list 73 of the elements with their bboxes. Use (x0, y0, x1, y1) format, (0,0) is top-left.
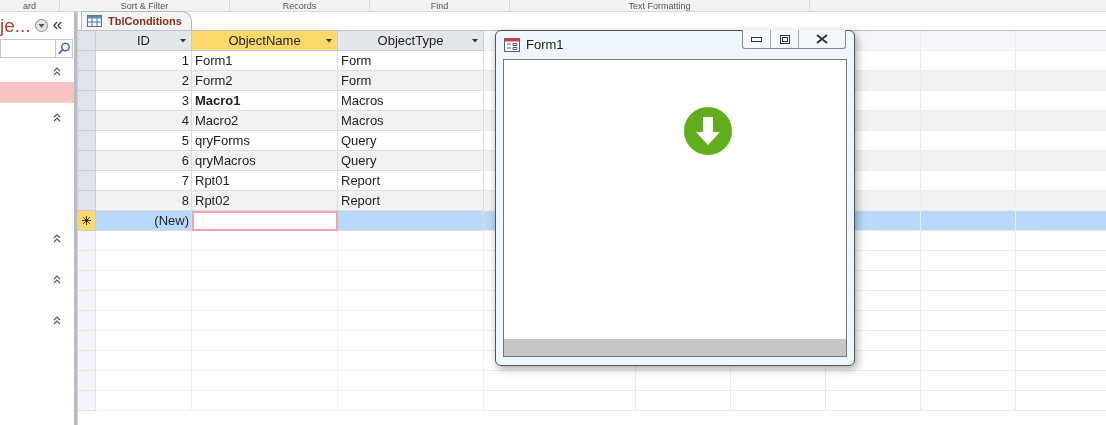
table-cell: 7 (96, 171, 192, 191)
form-icon (504, 38, 520, 52)
row-selector[interactable] (78, 331, 96, 351)
ribbon-group-label: Text Formatting (628, 0, 691, 11)
table-cell: 3 (96, 91, 192, 111)
maximize-icon (779, 34, 790, 44)
column-header[interactable]: ObjectType (338, 31, 484, 51)
table-cell: Query (338, 151, 484, 171)
table-cell: 6 (96, 151, 192, 171)
double-chevron-icon[interactable] (53, 316, 61, 325)
table-cell: 8 (96, 191, 192, 211)
table-cell: Form (338, 71, 484, 91)
row-selector[interactable] (78, 51, 96, 71)
table-cell: Form2 (192, 71, 338, 91)
row-selector[interactable] (78, 131, 96, 151)
table-cell: (New) (96, 211, 192, 231)
close-icon (816, 34, 828, 44)
ribbon-group-label: Find (430, 0, 449, 11)
row-selector[interactable] (78, 71, 96, 91)
table-cell: qryMacros (192, 151, 338, 171)
table-cell: Macro2 (192, 111, 338, 131)
column-header[interactable]: ObjectName (192, 31, 338, 51)
table-cell: Macro1 (192, 91, 338, 111)
table-cell: Rpt01 (192, 171, 338, 191)
row-selector[interactable] (78, 111, 96, 131)
nav-pane-title[interactable]: je... (0, 15, 31, 35)
row-selector[interactable] (78, 351, 96, 371)
caret-icon[interactable] (472, 39, 478, 43)
asterisk-icon (82, 216, 91, 225)
select-all-corner[interactable] (78, 31, 96, 51)
table-cell: Query (338, 131, 484, 151)
table-cell: Macros (338, 111, 484, 131)
table-cell: 4 (96, 111, 192, 131)
new-record-selector[interactable] (78, 211, 96, 231)
collapse-icon[interactable] (52, 20, 62, 30)
table-cell: Rpt02 (192, 191, 338, 211)
table-cell: Macros (338, 91, 484, 111)
minimize-icon (751, 36, 762, 42)
input-field[interactable] (192, 211, 338, 231)
double-chevron-icon[interactable] (53, 67, 61, 76)
row-selector[interactable] (78, 271, 96, 291)
row-selector[interactable] (78, 311, 96, 331)
window-title: Form1 (526, 36, 564, 55)
dropdown-icon[interactable] (34, 18, 48, 32)
table-cell: qryForms (192, 131, 338, 151)
row-selector[interactable] (78, 91, 96, 111)
ribbon-group-label: ard (23, 0, 36, 11)
caret-icon[interactable] (326, 39, 332, 43)
row-selector[interactable] (78, 391, 96, 411)
search-field[interactable] (0, 39, 73, 58)
double-chevron-icon[interactable] (53, 113, 61, 122)
table-cell: Report (338, 191, 484, 211)
table-icon (87, 15, 102, 27)
search-icon[interactable] (55, 40, 72, 57)
table-cell: 2 (96, 71, 192, 91)
table-cell: 1 (96, 51, 192, 71)
table-cell: Report (338, 171, 484, 191)
table-cell: Form1 (192, 51, 338, 71)
column-header[interactable]: ID (96, 31, 192, 51)
row-selector[interactable] (78, 151, 96, 171)
document-tab[interactable]: TblConditions (81, 11, 192, 30)
row-selector[interactable] (78, 291, 96, 311)
ribbon-group-label: Records (282, 0, 317, 11)
table-cell: Form (338, 51, 484, 71)
row-selector[interactable] (78, 251, 96, 271)
nav-item[interactable] (0, 82, 74, 103)
row-selector[interactable] (78, 371, 96, 391)
double-chevron-icon[interactable] (53, 234, 61, 243)
row-selector[interactable] (78, 171, 96, 191)
caret-icon[interactable] (180, 39, 186, 43)
ribbon-group-label: Sort & Filter (120, 0, 169, 11)
table-cell: 5 (96, 131, 192, 151)
double-chevron-icon[interactable] (53, 275, 61, 284)
